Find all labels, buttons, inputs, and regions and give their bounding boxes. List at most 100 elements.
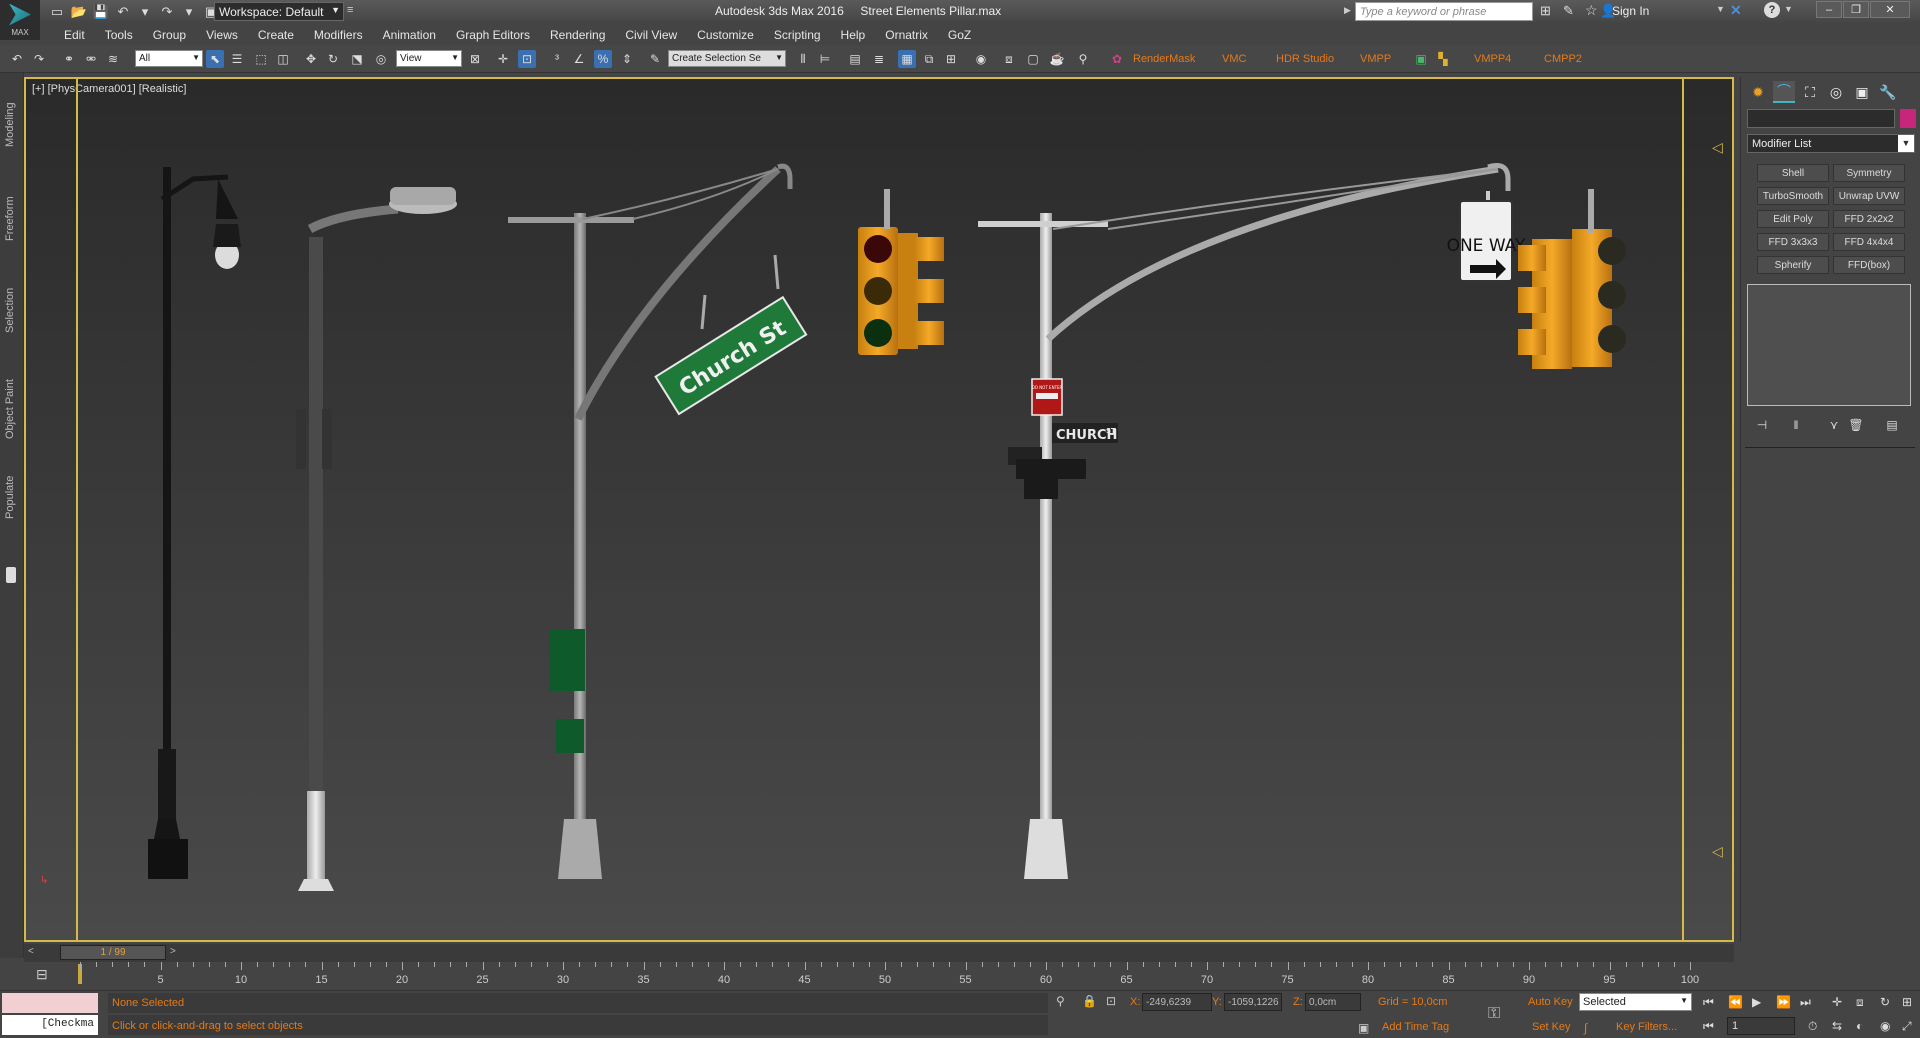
undo-dropdown-icon[interactable]: ▾ bbox=[136, 4, 154, 20]
configure-modifier-sets-icon[interactable]: ▤ bbox=[1883, 417, 1901, 433]
time-slider-thumb[interactable]: 1 / 99 bbox=[60, 945, 166, 960]
create-tab-icon[interactable]: ✹ bbox=[1747, 81, 1769, 103]
modifier-unwrap-uvw-button[interactable]: Unwrap UVW bbox=[1833, 187, 1905, 205]
vmpp-button[interactable]: VMPP bbox=[1360, 53, 1391, 65]
toggle-scene-explorer-icon[interactable]: ▤ bbox=[846, 50, 864, 68]
hdr-studio-button[interactable]: HDR Studio bbox=[1276, 53, 1334, 65]
time-slider[interactable]: < 1 / 99 > bbox=[24, 944, 1734, 962]
add-time-tag-button[interactable]: Add Time Tag bbox=[1382, 1021, 1449, 1033]
make-unique-icon[interactable]: ⋎ bbox=[1825, 417, 1843, 433]
walk-through-icon[interactable]: ⇆ bbox=[1832, 1019, 1842, 1033]
spinner-snap-icon[interactable]: ⇕ bbox=[618, 50, 636, 68]
help-dropdown-icon[interactable]: ▼ bbox=[1784, 4, 1793, 14]
modifier-stack[interactable] bbox=[1747, 284, 1911, 406]
min-max-toggle-icon[interactable]: ⤢ bbox=[1902, 1019, 1912, 1034]
render-production-icon[interactable]: ☕ bbox=[1048, 50, 1066, 68]
modifier-list-dropdown[interactable]: Modifier List ▼ bbox=[1747, 134, 1915, 153]
schematic-view-icon[interactable]: ⊞ bbox=[942, 50, 960, 68]
modifier-ffd-4x4x4-button[interactable]: FFD 4x4x4 bbox=[1833, 233, 1905, 251]
align-icon[interactable]: ⊨ bbox=[816, 50, 834, 68]
play-icon[interactable]: ▶ bbox=[1752, 995, 1761, 1009]
track-bar[interactable]: ⊟ 5 10 15 20 25 30 35 40 45 50 55 60 65 70 75 80 85 90 95 1… bbox=[0, 962, 1920, 988]
named-selection-dropdown[interactable]: Create Selection Se ▼ bbox=[668, 50, 786, 67]
absolute-transform-icon[interactable]: ⊡ bbox=[1106, 994, 1116, 1008]
modify-tab-icon[interactable]: ⌒ bbox=[1773, 81, 1795, 103]
place-icon[interactable]: ◎ bbox=[372, 50, 390, 68]
menu-civil-view[interactable]: Civil View bbox=[615, 28, 687, 42]
ribbon-tab-populate[interactable]: Populate bbox=[4, 476, 16, 519]
default-tangent-icon[interactable]: ∫ bbox=[1584, 1021, 1587, 1035]
select-by-name-icon[interactable]: ☰ bbox=[228, 50, 246, 68]
traffic-pole-church-st[interactable]: Church St bbox=[508, 163, 944, 879]
modifier-ffd-2x2x2-button[interactable]: FFD 2x2x2 bbox=[1833, 210, 1905, 228]
go-to-start-icon[interactable]: ⏮ bbox=[1703, 995, 1714, 1010]
x-coord-field[interactable]: -249,6239 bbox=[1142, 993, 1212, 1011]
redo-icon[interactable]: ↷ bbox=[158, 4, 176, 20]
scale-icon[interactable]: ⬔ bbox=[348, 50, 366, 68]
menu-group[interactable]: Group bbox=[143, 28, 196, 42]
rendered-frame-window-icon[interactable]: ▢ bbox=[1024, 50, 1042, 68]
time-tag-icon[interactable]: ▣ bbox=[1358, 1021, 1369, 1035]
maxscript-listener-input[interactable] bbox=[2, 993, 98, 1013]
ribbon-tab-freeform[interactable]: Freeform bbox=[4, 196, 16, 241]
save-icon[interactable]: 💾 bbox=[92, 4, 110, 20]
vmc-button[interactable]: VMC bbox=[1222, 53, 1246, 65]
modifier-symmetry-button[interactable]: Symmetry bbox=[1833, 164, 1905, 182]
go-to-end-icon[interactable]: ⏭ bbox=[1800, 995, 1811, 1010]
material-editor-icon[interactable]: ◉ bbox=[972, 50, 990, 68]
modifier-shell-button[interactable]: Shell bbox=[1757, 164, 1829, 182]
ribbon-toggle-icon[interactable] bbox=[6, 567, 16, 583]
menu-graph-editors[interactable]: Graph Editors bbox=[446, 28, 540, 42]
search-input[interactable]: Type a keyword or phrase bbox=[1355, 2, 1533, 21]
key-filters-button[interactable]: Key Filters... bbox=[1616, 1021, 1677, 1033]
pan-icon[interactable]: ✛ bbox=[1832, 995, 1842, 1009]
graphite-ribbon-icon[interactable]: ▦ bbox=[898, 50, 916, 68]
percent-snap-icon[interactable]: % bbox=[594, 50, 612, 68]
edit-named-selection-icon[interactable]: ✎ bbox=[646, 50, 664, 68]
utilities-tab-icon[interactable]: 🔧 bbox=[1877, 81, 1899, 103]
new-file-icon[interactable]: ▭ bbox=[48, 4, 66, 20]
mirror-icon[interactable]: ⫴ bbox=[794, 50, 812, 68]
angle-snap-icon[interactable]: ∠ bbox=[570, 50, 588, 68]
ornate-street-lamp[interactable] bbox=[148, 167, 241, 879]
auto-key-button[interactable]: Auto Key bbox=[1528, 996, 1573, 1008]
z-coord-field[interactable]: 0,0cm bbox=[1305, 993, 1361, 1011]
scene-canvas[interactable]: Church St DO NOT ENTER CHURCH ST ONE WAY bbox=[78, 79, 1678, 940]
vmpp4-button[interactable]: VMPP4 bbox=[1474, 53, 1511, 65]
remove-modifier-icon[interactable]: 🗑 bbox=[1847, 417, 1865, 433]
snaps-toggle-icon[interactable]: ³ bbox=[548, 50, 566, 68]
render-preset-icon[interactable]: ▣ bbox=[1412, 50, 1430, 68]
time-configuration-icon[interactable]: ⏱ bbox=[1808, 1019, 1817, 1034]
modifier-turbosmooth-button[interactable]: TurboSmooth bbox=[1757, 187, 1829, 205]
render-iterative-icon[interactable]: ⚲ bbox=[1074, 50, 1092, 68]
set-key-button[interactable]: Set Key bbox=[1532, 1021, 1571, 1033]
menu-views[interactable]: Views bbox=[196, 28, 248, 42]
bind-space-warp-icon[interactable]: ≋ bbox=[104, 50, 122, 68]
ribbon-tab-modeling[interactable]: Modeling bbox=[4, 102, 16, 147]
exchange-x-icon[interactable]: ✕ bbox=[1730, 2, 1742, 19]
layer-explorer-icon[interactable]: ≣ bbox=[870, 50, 888, 68]
previous-frame-icon[interactable]: ⏪ bbox=[1728, 995, 1743, 1009]
zoom-extents-icon[interactable]: ⧈ bbox=[1856, 995, 1864, 1010]
menu-modifiers[interactable]: Modifiers bbox=[304, 28, 373, 42]
rendermask-icon[interactable]: ✿ bbox=[1108, 50, 1126, 68]
cobra-street-lamp[interactable] bbox=[296, 187, 457, 891]
menu-tools[interactable]: Tools bbox=[95, 28, 143, 42]
rectangular-selection-icon[interactable]: ⬚ bbox=[252, 50, 270, 68]
reference-coordinate-dropdown[interactable]: View ▼ bbox=[396, 50, 462, 67]
modifier-ffd-3x3x3-button[interactable]: FFD 3x3x3 bbox=[1757, 233, 1829, 251]
ribbon-tab-object-paint[interactable]: Object Paint bbox=[4, 379, 16, 439]
ribbon-tab-selection[interactable]: Selection bbox=[4, 288, 16, 333]
menu-rendering[interactable]: Rendering bbox=[540, 28, 615, 42]
binoculars-icon[interactable]: ⊞ bbox=[1540, 3, 1551, 19]
help-icon[interactable]: ? bbox=[1764, 2, 1780, 18]
track-bar-ruler[interactable]: 5 10 15 20 25 30 35 40 45 50 55 60 65 70 75 80 85 90 95 100 bbox=[80, 962, 1699, 988]
menu-create[interactable]: Create bbox=[248, 28, 304, 42]
close-button[interactable]: ✕ bbox=[1870, 1, 1910, 18]
traffic-pole-one-way[interactable]: DO NOT ENTER CHURCH ST ONE WAY bbox=[978, 163, 1626, 880]
selection-filter-dropdown[interactable]: All ▼ bbox=[135, 50, 203, 67]
select-object-icon[interactable]: ⬉ bbox=[206, 50, 224, 68]
workspace-menu-icon[interactable]: ≡ bbox=[347, 4, 353, 16]
perspective-viewport[interactable]: [+] [PhysCamera001] [Realistic] ◁ ◁ Chur… bbox=[24, 77, 1734, 942]
undo-icon[interactable]: ↶ bbox=[114, 4, 132, 20]
